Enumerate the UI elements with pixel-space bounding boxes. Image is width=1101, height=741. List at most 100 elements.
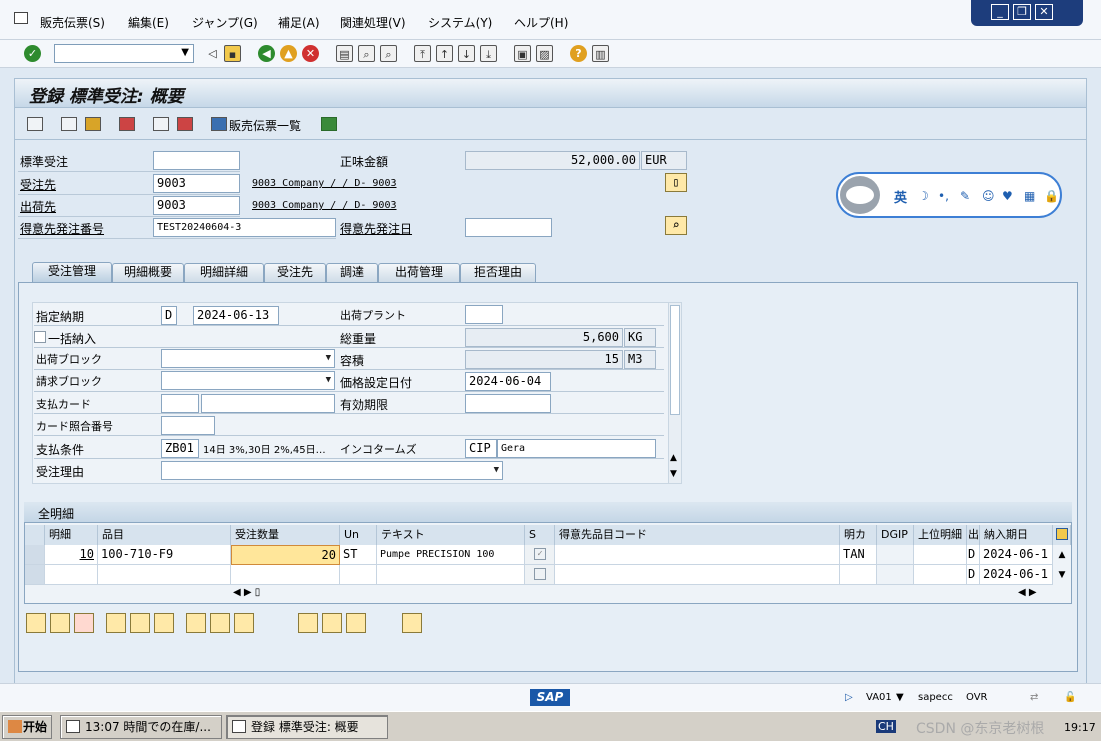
restore-button[interactable]: ❐ bbox=[1013, 4, 1031, 20]
document-flow-icon[interactable] bbox=[211, 117, 227, 131]
minimize-button[interactable]: _ bbox=[991, 4, 1009, 20]
tab-item-overview[interactable]: 明細概要 bbox=[112, 263, 184, 282]
higher-item-cell[interactable] bbox=[914, 545, 967, 565]
tab-shipping[interactable]: 出荷管理 bbox=[378, 263, 460, 282]
col-header-higher-item[interactable]: 上位明細 bbox=[914, 525, 967, 545]
menu-help[interactable]: ヘルプ(H) bbox=[514, 14, 568, 31]
delete-row-button[interactable] bbox=[74, 613, 94, 633]
pricing-date-field[interactable]: 2024-06-04 bbox=[465, 372, 551, 391]
customer-material-cell[interactable] bbox=[555, 565, 840, 585]
col-header-order-qty[interactable]: 受注数量 bbox=[231, 525, 340, 545]
document-flow-button[interactable]: 販売伝票一覧 bbox=[229, 117, 301, 134]
row-selector[interactable] bbox=[25, 545, 45, 565]
header-details-icon[interactable] bbox=[61, 117, 77, 131]
first-page-icon[interactable]: ⤒ bbox=[414, 45, 431, 62]
enter-icon[interactable]: ✓ bbox=[24, 45, 41, 62]
partner-icon[interactable] bbox=[85, 117, 101, 131]
new-session-icon[interactable]: ▣ bbox=[514, 45, 531, 62]
last-page-icon[interactable]: ⤓ bbox=[480, 45, 497, 62]
find-icon[interactable]: ⌕ bbox=[358, 45, 375, 62]
incoterms-location-field[interactable]: Gera bbox=[497, 439, 656, 458]
deliv-date-cell[interactable]: 2024-06-1 bbox=[980, 565, 1053, 585]
table-hscroll-left[interactable]: ◀ ▶ ▯ bbox=[233, 587, 283, 603]
menu-system[interactable]: システム(Y) bbox=[428, 14, 492, 31]
row-selector[interactable] bbox=[25, 565, 45, 585]
taskbar-stock-window[interactable]: 13:07 時間での在庫/... bbox=[60, 715, 222, 739]
delete-icon[interactable] bbox=[177, 117, 193, 131]
text-cell[interactable]: Pumpe PRECISION 100 bbox=[377, 545, 525, 565]
req-deliv-date-field[interactable]: 2024-06-13 bbox=[193, 306, 279, 325]
start-button[interactable]: 开始 bbox=[2, 715, 52, 739]
customer-material-cell[interactable] bbox=[555, 545, 840, 565]
back-arrow-icon[interactable]: ◁ bbox=[204, 45, 221, 62]
deliv-date-cell[interactable]: 2024-06-1 bbox=[980, 545, 1053, 565]
table-vscroll[interactable]: ▲ ▼ bbox=[1053, 545, 1071, 585]
billing-block-select[interactable] bbox=[161, 371, 335, 390]
order-qty-cell[interactable] bbox=[231, 565, 340, 585]
col-header-item-category[interactable]: 明カ bbox=[840, 525, 877, 545]
grid-icon[interactable]: ▦ bbox=[1024, 189, 1035, 203]
unit-cell[interactable]: ST bbox=[340, 545, 377, 565]
display-doc-header-icon[interactable] bbox=[27, 117, 43, 131]
availability-icon[interactable] bbox=[153, 117, 169, 131]
shirt-icon[interactable]: ♥ bbox=[1002, 189, 1013, 203]
col-header-customer-material[interactable]: 得意先品目コード bbox=[555, 525, 840, 545]
back-icon[interactable]: ◀ bbox=[258, 45, 275, 62]
menu-sales-document[interactable]: 販売伝票(S) bbox=[40, 14, 105, 31]
col-header-deliv-date[interactable]: 納入期日 bbox=[980, 525, 1053, 545]
save-icon[interactable]: ▪ bbox=[224, 45, 241, 62]
material-cell[interactable] bbox=[98, 565, 231, 585]
order-type-field[interactable] bbox=[153, 151, 240, 170]
item-category-cell[interactable]: TAN bbox=[840, 545, 877, 565]
ime-toolbar[interactable]: 英 ☽ •, ✎ ☺ ♥ ▦ 🔒 bbox=[836, 172, 1062, 218]
sold-to-detail-icon[interactable]: ▯ bbox=[665, 173, 687, 192]
tab-item-detail[interactable]: 明細詳細 bbox=[184, 263, 264, 282]
ime-language[interactable]: 英 bbox=[894, 187, 907, 206]
punctuation-icon[interactable]: •, bbox=[938, 189, 949, 203]
menu-environment[interactable]: 関連処理(V) bbox=[340, 14, 406, 31]
scroll-down-icon[interactable]: ▼ bbox=[670, 469, 677, 479]
valid-to-field[interactable] bbox=[465, 394, 551, 413]
shortcut-icon[interactable]: ▨ bbox=[536, 45, 553, 62]
taskbar-order-window[interactable]: 登録 標準受注: 概要 bbox=[226, 715, 388, 739]
exit-icon[interactable]: ▲ bbox=[280, 45, 297, 62]
dlv-cell[interactable]: D bbox=[967, 545, 980, 565]
order-reason-select[interactable] bbox=[161, 461, 503, 480]
tab-reason-rejection[interactable]: 拒否理由 bbox=[460, 263, 536, 282]
delivery-block-select[interactable] bbox=[161, 349, 335, 368]
edit-button[interactable] bbox=[346, 613, 366, 633]
insert-row-button[interactable] bbox=[50, 613, 70, 633]
menu-window-icon[interactable] bbox=[14, 12, 28, 24]
tab-ordering-party[interactable]: 受注先 bbox=[264, 263, 326, 282]
moon-icon[interactable]: ☽ bbox=[918, 189, 929, 203]
wrench-icon[interactable]: ✎ bbox=[960, 189, 970, 203]
order-qty-cell[interactable]: 20 bbox=[231, 545, 340, 565]
higher-item-cell[interactable] bbox=[914, 565, 967, 585]
status-play-icon[interactable]: ▷ bbox=[845, 692, 853, 703]
deselect-all-button[interactable] bbox=[154, 613, 174, 633]
col-header-dlv[interactable]: 出 bbox=[967, 525, 980, 545]
text-cell[interactable] bbox=[377, 565, 525, 585]
item-details-button[interactable] bbox=[26, 613, 46, 633]
complete-delivery-checkbox[interactable] bbox=[34, 331, 46, 343]
previous-page-icon[interactable]: ↑ bbox=[436, 45, 453, 62]
po-date-label[interactable]: 得意先発注日 bbox=[340, 220, 412, 237]
select-block-button[interactable] bbox=[130, 613, 150, 633]
dlv-cell[interactable]: D bbox=[967, 565, 980, 585]
menu-extras[interactable]: 補足(A) bbox=[278, 14, 320, 31]
po-number-field[interactable]: TEST20240604-3 bbox=[153, 218, 336, 237]
command-field[interactable]: ▼ bbox=[54, 44, 194, 63]
card-verification-field[interactable] bbox=[161, 416, 215, 435]
availability-button[interactable] bbox=[322, 613, 342, 633]
close-button[interactable]: ✕ bbox=[1035, 4, 1053, 20]
lock-icon[interactable]: 🔒 bbox=[1044, 189, 1059, 203]
structure-button[interactable] bbox=[210, 613, 230, 633]
status-dropdown-icon[interactable]: ▼ bbox=[896, 692, 904, 703]
unit-cell[interactable] bbox=[340, 565, 377, 585]
material-cell[interactable]: 100-710-F9 bbox=[98, 545, 231, 565]
item-number-cell[interactable] bbox=[45, 565, 98, 585]
row-selector-header[interactable] bbox=[25, 525, 45, 545]
po-detail-icon[interactable]: ⌕ bbox=[665, 216, 687, 235]
tab-procurement[interactable]: 調達 bbox=[326, 263, 378, 282]
scroll-up-icon[interactable]: ▲ bbox=[670, 453, 677, 463]
